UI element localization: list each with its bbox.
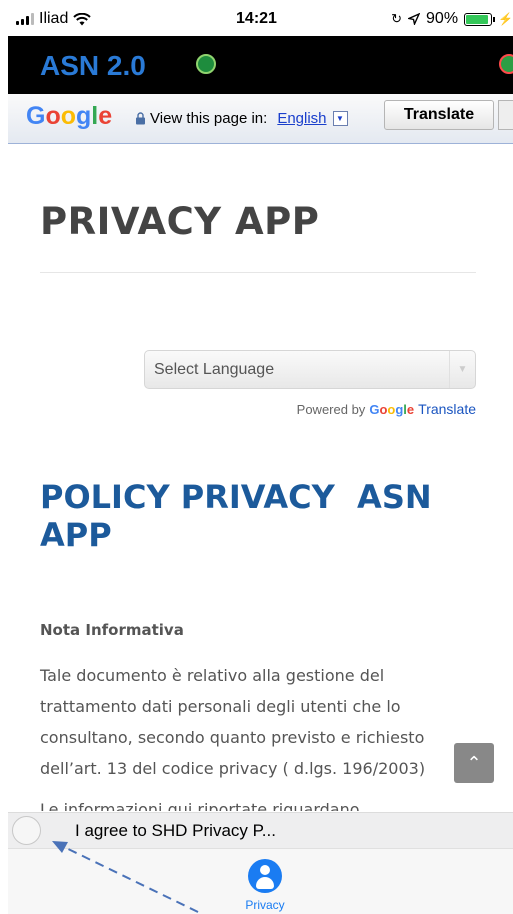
language-link[interactable]: English	[277, 110, 326, 127]
chevron-down-icon: ▼	[449, 351, 475, 388]
title-divider	[40, 272, 476, 273]
translate-button[interactable]: Translate	[384, 100, 494, 130]
tab-privacy-label: Privacy	[245, 898, 285, 912]
connection-status-dot	[196, 54, 216, 74]
language-dropdown-icon[interactable]: ▼	[332, 111, 348, 126]
policy-title: POLICY PRIVACY ASN APP	[40, 478, 443, 554]
view-page-label: View this page in:	[150, 110, 268, 127]
app-header: ASN 2.0	[8, 36, 513, 94]
scroll-to-top-button[interactable]: ⌃	[454, 743, 494, 783]
powered-by-label: Powered by	[296, 401, 366, 417]
agree-label[interactable]: I agree to SHD Privacy P...	[75, 821, 276, 841]
tab-privacy[interactable]: Privacy	[230, 859, 300, 913]
translate-prompt: View this page in: English ▼	[135, 110, 348, 127]
page-title: PRIVACY APP	[40, 200, 320, 243]
orientation-lock-icon: ↻	[391, 11, 403, 26]
translate-options-button[interactable]	[498, 100, 513, 130]
policy-body-text: Tale documento è relativo alla gestione …	[40, 666, 426, 778]
agree-checkbox[interactable]	[12, 816, 41, 845]
status-bar: Iliad 14:21 ↻ 90% ⚡	[0, 0, 513, 36]
section-heading: Nota Informativa	[40, 621, 184, 639]
policy-body-text-continued: Le informazioni qui riportate riguardano	[40, 800, 360, 811]
location-icon	[408, 13, 421, 25]
powered-by-google: Powered by Google Translate	[297, 401, 476, 417]
google-small-logo: Google	[369, 401, 415, 417]
battery-percent: 90%	[426, 10, 459, 27]
translate-link[interactable]: Translate	[418, 401, 476, 417]
google-translate-bar: Google View this page in: English ▼ Tran…	[8, 94, 513, 144]
secondary-status-dot	[499, 54, 513, 74]
chevron-up-icon: ⌃	[466, 753, 482, 773]
language-select-value: Select Language	[154, 361, 275, 378]
language-select[interactable]: Select Language ▼	[144, 350, 476, 389]
google-logo: Google	[26, 102, 113, 130]
tab-bar: Privacy	[8, 848, 513, 914]
app-title: ASN 2.0	[40, 50, 146, 81]
privacy-agreement-bar: I agree to SHD Privacy P...	[8, 812, 513, 848]
battery-icon	[464, 12, 496, 26]
charging-icon: ⚡	[498, 12, 513, 26]
user-icon	[248, 859, 282, 893]
lock-icon	[136, 112, 145, 125]
status-right: ↻ 90% ⚡	[391, 10, 513, 28]
